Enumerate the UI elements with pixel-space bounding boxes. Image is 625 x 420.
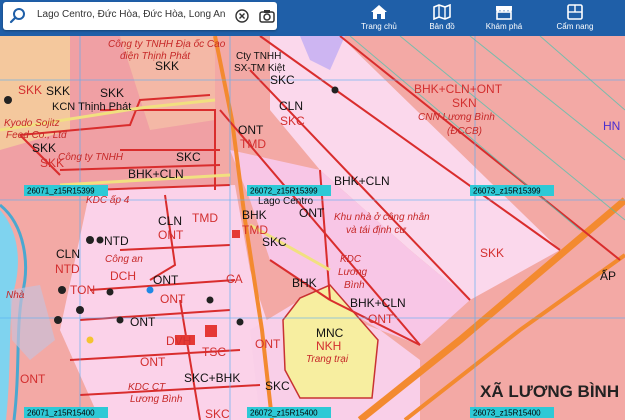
- code-ont: ONT: [299, 206, 325, 220]
- sheet-tag: 26071_z15R15399: [27, 187, 95, 196]
- nav-home[interactable]: Trang chủ: [345, 0, 413, 36]
- code-bhk-cln: BHK+CLN: [350, 296, 406, 310]
- code-skn: SKN: [452, 96, 477, 110]
- code-skc-bhk: SKC+BHK: [184, 371, 240, 385]
- label-tai-dinh-cu: và tái định cư: [346, 225, 406, 236]
- label-kcn-thinh-phat: KCN Thịnh Phát: [52, 101, 131, 113]
- label-luong-binh: Lương Bình: [130, 394, 183, 405]
- code-ont: ONT: [140, 355, 166, 369]
- clear-icon[interactable]: [235, 9, 249, 23]
- code-bhk-cln: BHK+CLN: [128, 167, 184, 181]
- sheet-tag: 26072_z15R15400: [250, 409, 318, 418]
- search-icon[interactable]: [9, 7, 27, 25]
- code-bhk-cln: BHK+CLN: [334, 174, 390, 188]
- code-ont: ONT: [153, 273, 179, 287]
- code-ap: ẤP: [600, 268, 616, 283]
- label-cty-tnhh: Cty TNHH: [236, 51, 281, 62]
- label-kyodo: Kyodo Sojitz: [4, 118, 60, 129]
- label-trang-trai: Trang trại: [306, 354, 349, 365]
- label-cong-an: Công an: [105, 254, 143, 265]
- label-kdc: KDC: [340, 254, 362, 265]
- top-bar: Lago Centro, Đức Hòa, Đức Hòa, Long An T…: [0, 0, 625, 36]
- nav-explore[interactable]: Khám phá: [470, 0, 538, 36]
- code-ca: CA: [226, 272, 243, 286]
- code-ntd: NTD: [55, 262, 80, 276]
- label-kdc-ct: KDC CT: [128, 382, 166, 393]
- search-input[interactable]: Lago Centro, Đức Hòa, Đức Hòa, Long An: [37, 9, 226, 20]
- code-ont: ONT: [158, 228, 184, 242]
- nav-map-label: Bản đồ: [429, 22, 455, 31]
- code-bhk: BHK: [292, 276, 317, 290]
- camera-icon[interactable]: [259, 8, 275, 24]
- code-dvh: DVH: [166, 334, 191, 348]
- search-box[interactable]: Lago Centro, Đức Hòa, Đức Hòa, Long An: [3, 2, 277, 30]
- code-bhk: BHK: [242, 208, 267, 222]
- code-ont: ONT: [130, 315, 156, 329]
- label-feed-co: Feed Co., Ltd: [6, 130, 67, 141]
- zoning-map[interactable]: 26071_z15R15399 26072_z15R15399 26073_z1…: [0, 0, 625, 420]
- label-kdc-ap4: KDC ấp 4: [86, 194, 130, 206]
- nav-guide-label: Cẩm nang: [556, 22, 594, 31]
- label-cnn-luong-binh: CNN Lương Bình: [418, 112, 495, 123]
- code-ont: ONT: [255, 337, 281, 351]
- code-skc: SKC: [270, 73, 295, 87]
- code-ont: ONT: [20, 372, 46, 386]
- code-skk: SKK: [18, 83, 42, 97]
- label-dccb: (ĐCCB): [447, 126, 482, 137]
- code-mnc: MNC: [316, 326, 344, 340]
- code-tmd: TMD: [242, 223, 268, 237]
- code-skk: SKK: [155, 59, 179, 73]
- code-bhk-cln-ont: BHK+CLN+ONT: [414, 82, 503, 96]
- label-binh: Bình: [344, 280, 365, 291]
- code-hn: HN: [603, 119, 620, 133]
- code-skk: SKK: [46, 84, 70, 98]
- code-ont: ONT: [160, 292, 186, 306]
- code-cln: CLN: [279, 99, 303, 113]
- sheet-tag: 26073_z15R15400: [473, 409, 541, 418]
- code-nkh: NKH: [316, 339, 341, 353]
- nav-map[interactable]: Bản đồ: [408, 0, 476, 36]
- code-ton: TON: [70, 283, 95, 297]
- book-icon: [567, 4, 583, 20]
- label-company-dia-cao: Công ty TNHH Địa ốc Cao: [108, 38, 226, 50]
- code-ntd: NTD: [104, 234, 129, 248]
- nav-guide[interactable]: Cẩm nang: [541, 0, 609, 36]
- code-skc: SKC: [205, 407, 230, 420]
- code-skk: SKK: [480, 246, 504, 260]
- store-icon: [496, 6, 512, 20]
- home-icon: [371, 5, 387, 19]
- code-cln: CLN: [56, 247, 80, 261]
- label-luong: Lương: [338, 267, 368, 278]
- sheet-tag: 26071_z15R15400: [27, 409, 95, 418]
- code-skk: SKK: [100, 86, 124, 100]
- sheet-tag: 26073_z15R15399: [473, 187, 541, 196]
- label-nha: Nhà: [6, 290, 25, 301]
- code-skc: SKC: [265, 379, 290, 393]
- code-tsc: TSC: [202, 345, 226, 359]
- label-khu-nha-o: Khu nhà ở công nhân: [334, 211, 430, 223]
- map-icon: [433, 4, 451, 20]
- code-skk: SKK: [40, 156, 64, 170]
- code-skc: SKC: [176, 150, 201, 164]
- label-cong-ty-tnhh: Công ty TNHH: [58, 152, 124, 163]
- nav-explore-label: Khám phá: [485, 22, 523, 31]
- label-xa-luong-binh: XÃ LƯƠNG BÌNH: [480, 381, 619, 401]
- code-skk: SKK: [32, 141, 56, 155]
- code-dch: DCH: [110, 269, 136, 283]
- nav-home-label: Trang chủ: [361, 22, 397, 31]
- code-ont: ONT: [368, 312, 394, 326]
- code-skc: SKC: [262, 235, 287, 249]
- code-tmd: TMD: [192, 211, 218, 225]
- code-tmd: TMD: [240, 137, 266, 151]
- sheet-tag: 26072_z15R15399: [250, 187, 318, 196]
- code-ont: ONT: [238, 123, 264, 137]
- code-cln: CLN: [158, 214, 182, 228]
- code-skc: SKC: [280, 114, 305, 128]
